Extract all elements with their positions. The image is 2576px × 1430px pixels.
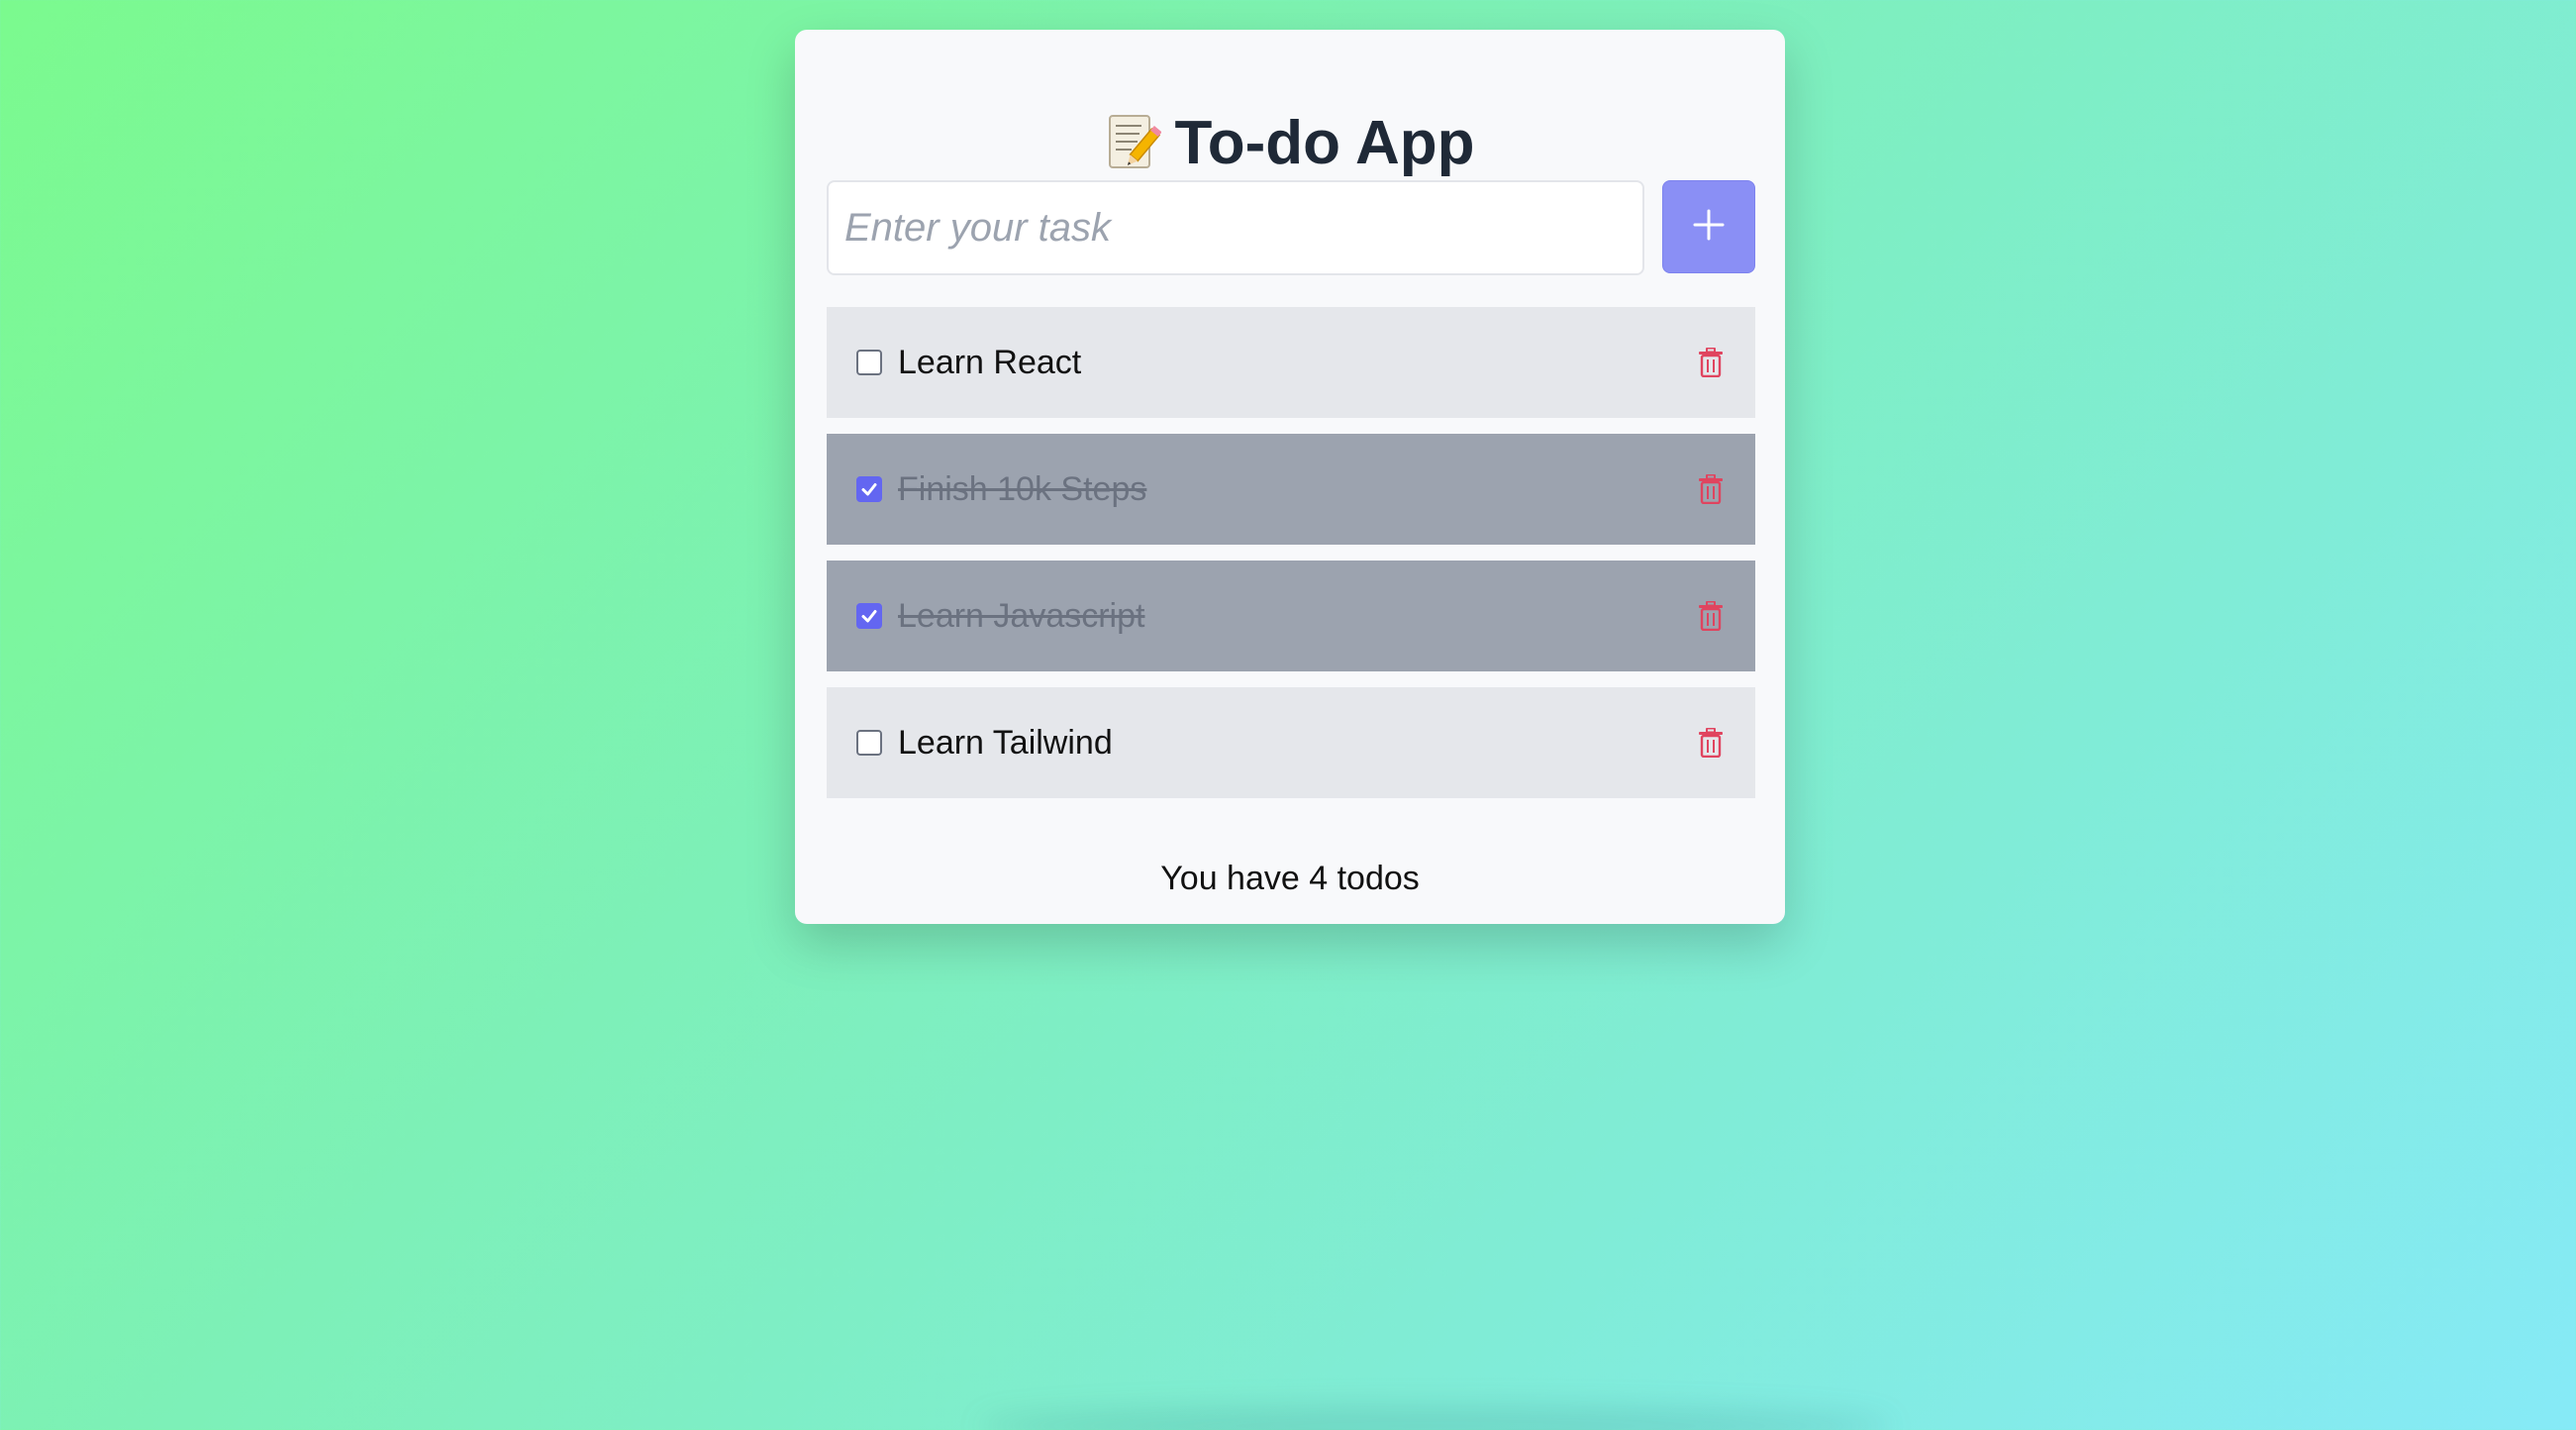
todo-text: Learn Tailwind [898,723,1113,762]
todo-text: Learn React [898,343,1082,381]
todo-item: Learn React [827,307,1755,418]
checkmark-icon [861,483,877,496]
todo-text: Finish 10k Steps [898,469,1147,508]
app-header: To-do App [795,101,1785,184]
todo-checkbox[interactable] [856,476,882,502]
trash-icon [1699,474,1723,504]
page-background: { "app": { "title": "To-do App", "title_… [0,0,2576,1430]
todo-count-text: You have 4 todos [1160,860,1420,897]
trash-icon [1699,601,1723,631]
memo-icon [1106,112,1162,173]
add-task-button[interactable] [1662,180,1755,273]
checkmark-icon [861,610,877,623]
todo-item: Learn Javascript [827,561,1755,671]
delete-button[interactable] [1696,472,1726,506]
todo-checkbox[interactable] [856,350,882,375]
add-task-row [827,180,1755,277]
plus-icon [1691,207,1727,248]
trash-icon [1699,348,1723,377]
delete-button[interactable] [1696,726,1726,760]
todo-text: Learn Javascript [898,596,1145,635]
bottom-shadow [980,1406,1891,1430]
todo-checkbox[interactable] [856,730,882,756]
todo-item: Finish 10k Steps [827,434,1755,545]
trash-icon [1699,728,1723,758]
todo-item: Learn Tailwind [827,687,1755,798]
task-input[interactable] [827,180,1644,275]
todo-checkbox[interactable] [856,603,882,629]
todo-card: To-do App Learn React [795,30,1785,924]
delete-button[interactable] [1696,346,1726,379]
delete-button[interactable] [1696,599,1726,633]
page-title: To-do App [1174,108,1475,177]
